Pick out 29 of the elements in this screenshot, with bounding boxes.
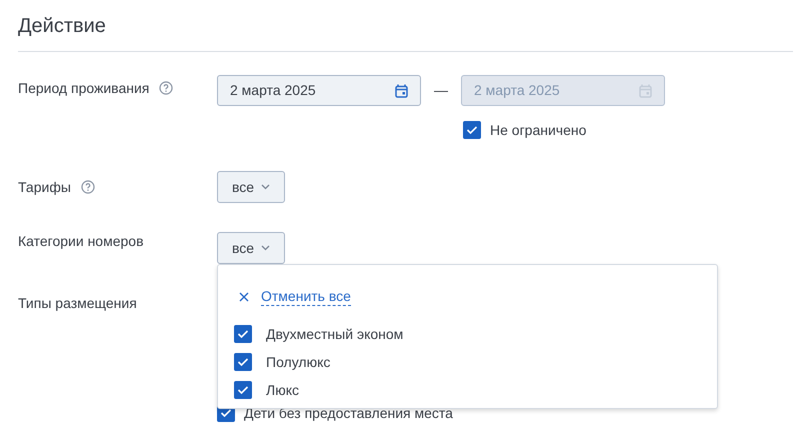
section-title: Действие [18,14,106,39]
help-icon[interactable] [80,180,95,194]
check-icon [237,329,249,339]
field-label: Категории номеров [18,232,144,251]
checkbox[interactable] [234,325,252,343]
option-label[interactable]: Полулюкс [266,352,330,372]
check-icon [237,385,249,395]
checkbox[interactable] [234,353,252,371]
checkbox-label: Не ограничено [490,121,586,139]
field-label: Тарифы [18,178,71,197]
field-label: Типы размещения [18,294,137,313]
calendar-icon [395,84,408,98]
chevron-down-icon [261,184,270,190]
select-button[interactable]: все [217,171,285,203]
field-label: Период проживания [18,79,150,98]
clear-all-link[interactable]: Отменить все [261,287,351,306]
option-label[interactable]: Двухместный эконом [266,324,404,344]
close-icon[interactable] [239,292,249,302]
checkbox[interactable] [463,121,481,139]
date-field[interactable]: 2 марта 2025 [217,75,421,106]
checkbox[interactable] [234,381,252,399]
range-separator: — [434,81,448,100]
check-icon [466,125,478,135]
chevron-down-icon [261,245,270,251]
calendar-icon [639,84,652,98]
check-icon [237,357,249,367]
select-button[interactable]: все [217,232,285,264]
option-label[interactable]: Люкс [266,380,299,400]
help-icon[interactable] [159,81,174,95]
